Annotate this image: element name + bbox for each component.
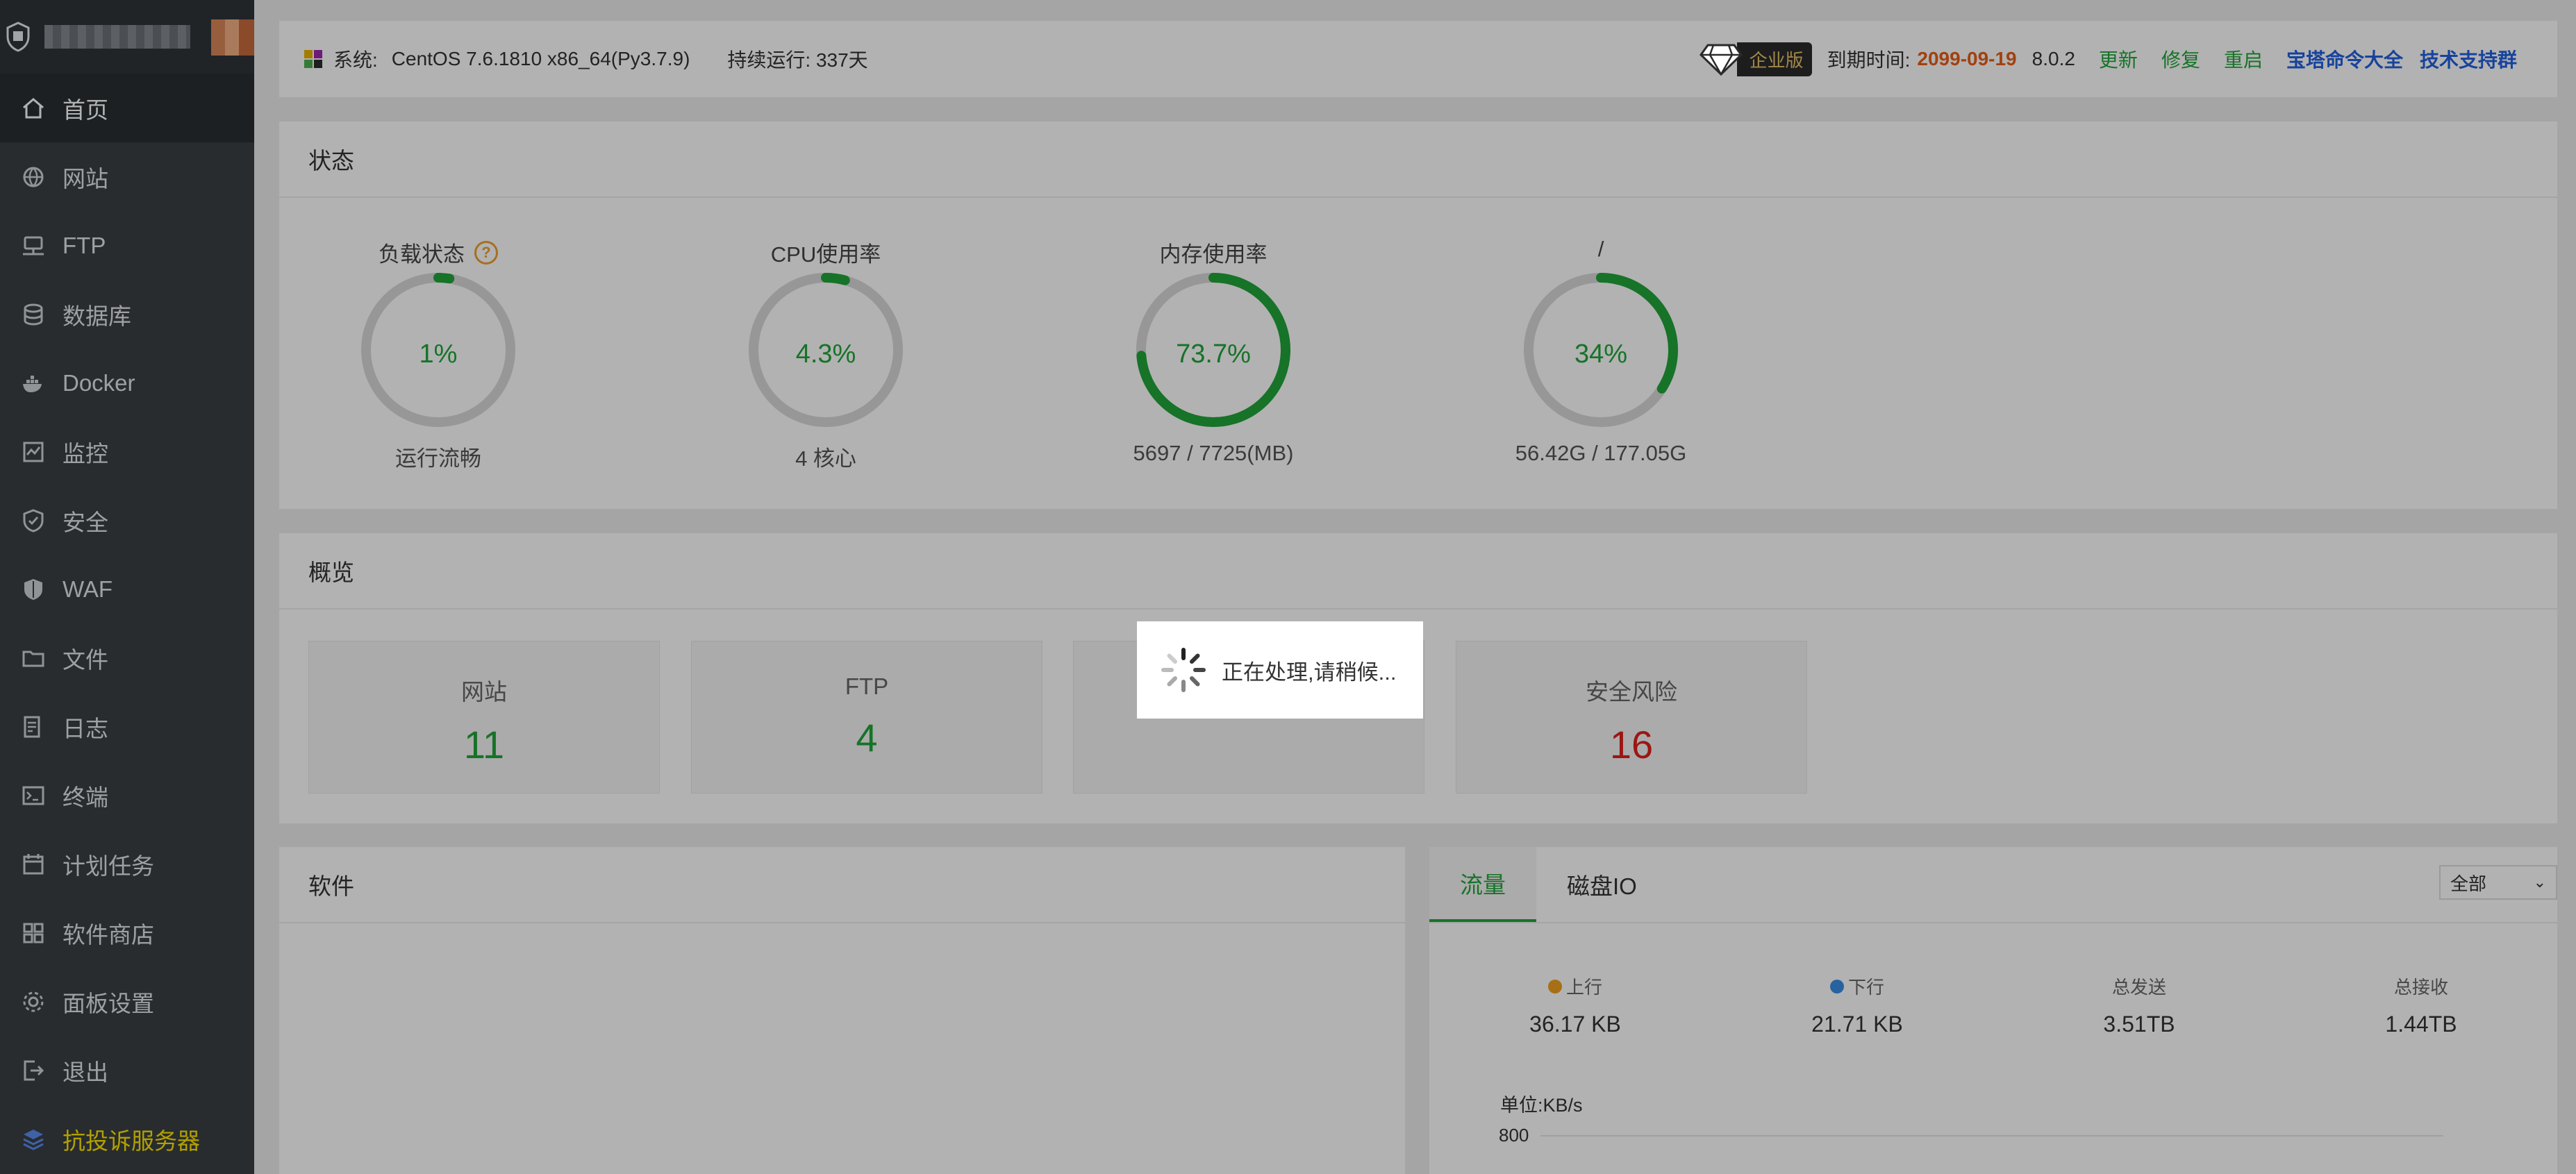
loading-dialog: 正在处理,请稍候... xyxy=(1137,621,1423,719)
diamond-icon xyxy=(1699,44,1743,76)
loading-text: 正在处理,请稍候... xyxy=(1222,660,1397,685)
modal-overlay xyxy=(0,0,2576,1174)
spinner-icon xyxy=(1161,648,1206,692)
